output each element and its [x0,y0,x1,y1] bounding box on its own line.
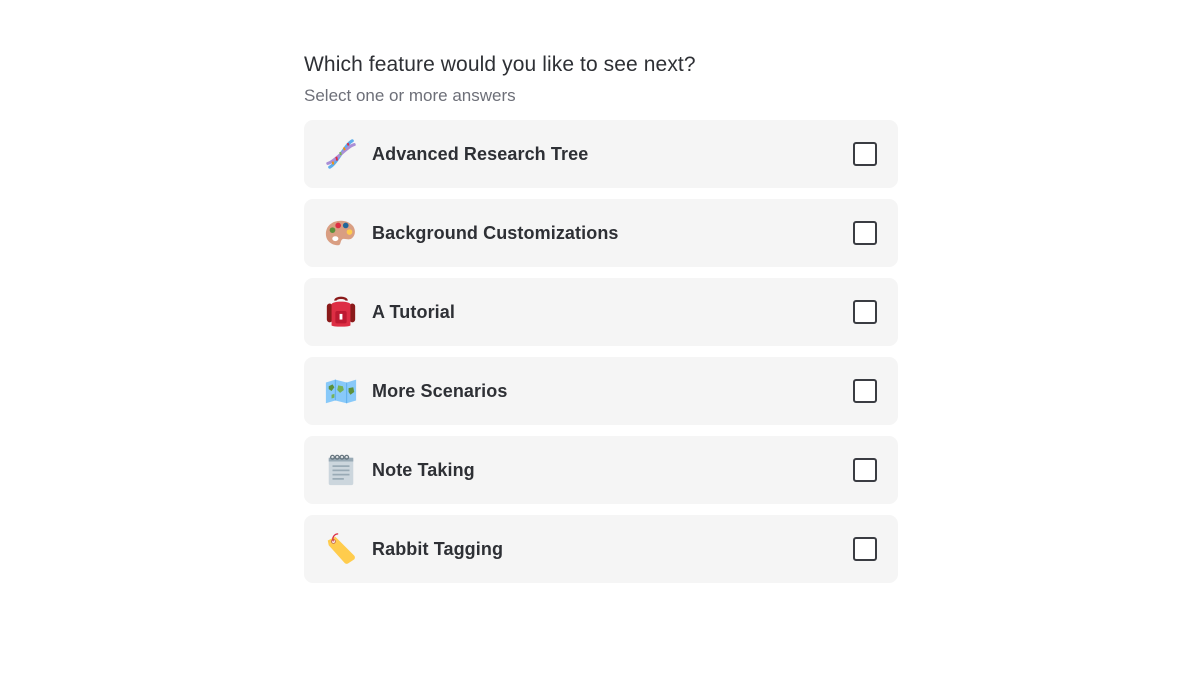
poll-question: Which feature would you like to see next… [304,53,696,76]
poll-option-label: More Scenarios [372,380,508,401]
poll-option-checkbox[interactable] [853,300,877,324]
artist-palette-icon [324,216,358,250]
poll-container: Which feature would you like to see next… [304,50,898,594]
dna-icon [324,137,358,171]
poll-option-advanced-research-tree[interactable]: Advanced Research Tree [304,120,898,188]
poll-option-label: Note Taking [372,459,475,480]
backpack-icon [324,295,358,329]
poll-option-label: A Tutorial [372,301,455,322]
poll-option-label: Rabbit Tagging [372,538,504,559]
world-map-icon [324,374,358,408]
poll-option-checkbox[interactable] [853,221,877,245]
label-tag-icon [324,532,358,566]
poll-option-checkbox[interactable] [853,458,877,482]
poll-option-checkbox[interactable] [853,379,877,403]
poll-option-note-taking[interactable]: Note Taking [304,436,898,504]
poll-option-label: Background Customizations [372,222,619,243]
poll-option-more-scenarios[interactable]: More Scenarios [304,357,898,425]
poll-option-background-customizations[interactable]: Background Customizations [304,199,898,267]
poll-option-a-tutorial[interactable]: A Tutorial [304,278,898,346]
poll-option-checkbox[interactable] [853,142,877,166]
poll-options-list: Advanced Research Tree Background Custom… [304,120,898,583]
spiral-notepad-icon [324,453,358,487]
poll-option-rabbit-tagging[interactable]: Rabbit Tagging [304,515,898,583]
poll-option-label: Advanced Research Tree [372,143,589,164]
poll-subtitle: Select one or more answers [304,86,516,105]
poll-option-checkbox[interactable] [853,537,877,561]
